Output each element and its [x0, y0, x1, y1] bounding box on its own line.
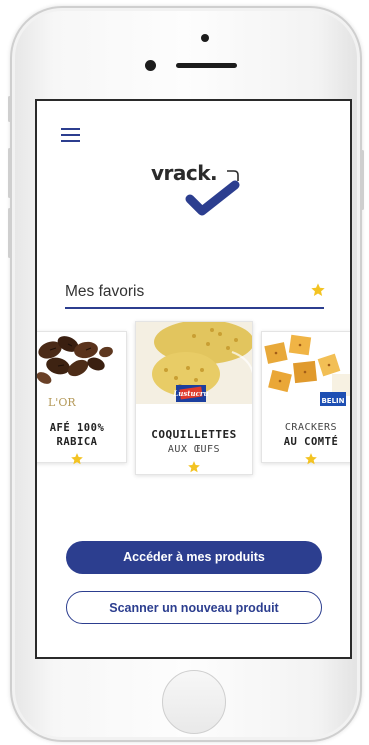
app-screen: vrack. Mes favoris L'OR AFÉ 100% RABICA …	[35, 99, 352, 659]
access-products-button[interactable]: Accéder à mes produits	[66, 541, 322, 574]
checkmark-logo-icon	[185, 170, 240, 216]
product-name: CRACKERS	[284, 422, 338, 433]
product-name: COQUILLETTES	[151, 428, 237, 441]
volume-down-button	[8, 208, 11, 258]
product-subname: AUX ŒUFS	[167, 444, 221, 455]
front-camera	[201, 34, 209, 42]
product-card-coffee[interactable]: L'OR AFÉ 100% RABICA	[37, 331, 127, 466]
product-card-coquillettes[interactable]: Lustucru COQUILLETTES AUX ŒUFS	[135, 321, 253, 475]
star-icon[interactable]	[187, 460, 201, 474]
svg-text:L'OR: L'OR	[48, 396, 76, 409]
mute-switch	[8, 96, 11, 122]
product-subname: AU COMTÉ	[283, 436, 339, 448]
star-icon[interactable]	[310, 282, 326, 298]
svg-text:Lustucru: Lustucru	[172, 389, 208, 398]
product-name: AFÉ 100%	[49, 422, 105, 434]
favorites-header: Mes favoris	[65, 281, 326, 309]
app-logo: vrack.	[151, 161, 251, 221]
product-image-crackers: BELIN	[262, 332, 350, 412]
product-subname: RABICA	[56, 436, 98, 448]
favorites-carousel[interactable]: L'OR AFÉ 100% RABICA Lustucru COQUILLETT…	[37, 319, 350, 479]
scan-new-product-button[interactable]: Scanner un nouveau produit	[66, 591, 322, 624]
proximity-sensor	[145, 60, 156, 71]
star-icon[interactable]	[70, 452, 84, 466]
favorites-underline	[65, 307, 324, 309]
favorites-title: Mes favoris	[65, 283, 145, 300]
star-icon[interactable]	[304, 452, 318, 466]
volume-up-button	[8, 148, 11, 198]
earpiece-speaker	[176, 63, 237, 68]
product-image-coffee: L'OR	[37, 332, 126, 412]
product-card-crackers[interactable]: BELIN CRACKERS AU COMTÉ	[261, 331, 350, 466]
power-button	[361, 150, 364, 210]
hamburger-menu-icon[interactable]	[61, 128, 80, 142]
product-image-pasta: Lustucru	[136, 322, 252, 404]
home-button[interactable]	[162, 670, 226, 734]
svg-text:BELIN: BELIN	[321, 397, 344, 405]
